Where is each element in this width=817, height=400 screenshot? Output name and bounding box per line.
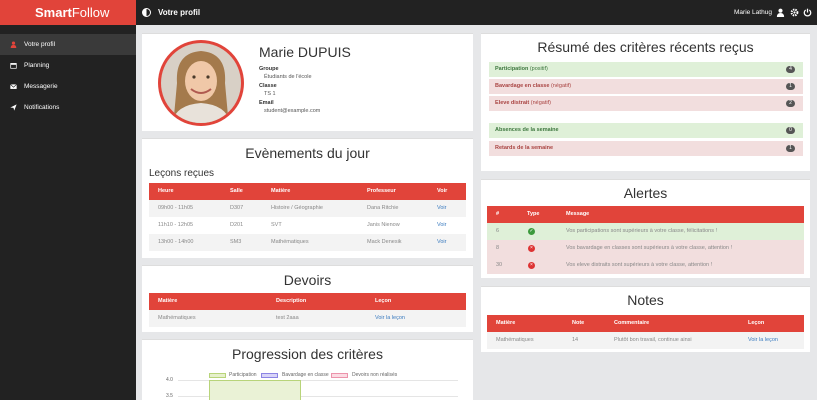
progression-panel: Progression des critères Participation B… [142,339,473,400]
criterion-absences[interactable]: Absences de la semaine 0 [489,123,803,138]
count-badge: 4 [786,66,795,73]
notes-panel: Notes Matière Note Commentaire Leçon Mat… [481,286,810,352]
bar-participation [209,380,301,400]
col-note: Note [572,320,585,326]
groupe-label: Groupe [259,66,279,72]
col-salle: Salle [230,188,243,194]
criteria-panel: Résumé des critères récents reçus Partic… [481,33,810,171]
calendar-icon [10,63,17,69]
classe-label: Classe [259,83,277,89]
y-tick-label: 4.0 [166,377,173,383]
profile-name: Marie DUPUIS [259,44,351,60]
legend-label: Bavardage en classe [282,372,329,378]
criterion-bavardage[interactable]: Bavardage en classe (négatif) 1 [489,79,803,94]
legend-label: Devoirs non réalisés [352,372,398,378]
col-id: # [496,211,500,217]
events-table-header: Heure Salle Matière Professeur Voir [149,183,466,200]
alertes-table-header: # Type Message [487,206,804,223]
count-badge: 0 [786,127,795,134]
col-voir: Voir [437,188,448,194]
criteria-title: Résumé des critères récents reçus [537,39,754,55]
voir-lecon-link[interactable]: Voir la leçon [375,310,405,327]
legend-swatch [331,373,348,378]
table-row: 6 ✓ Vos participations sont supérieurs à… [487,223,804,240]
progression-title: Progression des critères [232,346,383,362]
col-matiere: Matière [158,298,178,304]
sidebar-item-label: Messagerie [24,83,58,90]
col-lecon: Leçon [375,298,392,304]
table-row: 30 × Vos eleve distraits sont supérieurs… [487,257,804,274]
sidebar-item-notifications[interactable]: Notifications [0,97,136,118]
col-matiere: Matière [271,188,291,194]
notes-table-header: Matière Note Commentaire Leçon [487,315,804,332]
groupe-value: Étudiants de l'école [264,74,312,80]
col-commentaire: Commentaire [614,320,650,326]
user-icon [10,41,17,48]
devoirs-title: Devoirs [283,272,332,288]
count-badge: 1 [786,145,795,152]
voir-lecon-link[interactable]: Voir la leçon [748,332,778,349]
table-row: 13h00 - 14h00 SM3 Mathématiques Mack Den… [149,234,466,251]
user-name[interactable]: Marie Lathug [734,0,772,25]
devoirs-panel: Devoirs Matière Description Leçon Mathém… [142,265,473,332]
power-icon[interactable] [803,8,812,17]
table-row: 8 × Vos bavardage en classes sont supéri… [487,240,804,257]
check-icon: ✓ [528,228,535,235]
table-row: Mathématiques test 2aaa Voir la leçon [149,310,466,327]
email-value: student@example.com [264,108,321,114]
voir-link[interactable]: Voir [437,200,446,217]
send-icon [10,104,17,111]
col-type: Type [527,211,540,217]
table-row: Mathématiques 14 Plutôt bon travail, con… [487,332,804,349]
criterion-participation[interactable]: Participation (positif) 4 [489,62,803,77]
sidebar-item-label: Votre profil [24,41,56,48]
error-icon: × [528,245,535,252]
envelope-icon [10,84,17,89]
legend-swatch [261,373,278,378]
y-tick-label: 3.5 [166,393,173,399]
sidebar-item-messagerie[interactable]: Messagerie [0,76,136,97]
gear-icon[interactable] [790,8,799,17]
criterion-retards[interactable]: Retards de la semaine 1 [489,141,803,156]
alertes-panel: Alertes # Type Message 6 ✓ Vos participa… [481,179,810,278]
page-title: Votre profil [158,8,201,17]
events-title: Evènements du jour [245,145,370,161]
error-icon: × [528,262,535,269]
sidebar-item-planning[interactable]: Planning [0,55,136,76]
criterion-distrait[interactable]: Eleve distrait (négatif) 2 [489,96,803,111]
col-description: Description [276,298,307,304]
events-panel: Evènements du jour Leçons reçues Heure S… [142,138,473,258]
sidebar-item-profil[interactable]: Votre profil [0,34,136,55]
sidebar-item-label: Planning [24,62,50,69]
profile-panel: Marie DUPUIS Groupe Étudiants de l'école… [142,33,473,131]
classe-value: TS 1 [264,91,276,97]
voir-link[interactable]: Voir [437,234,446,251]
avatar [158,40,244,126]
count-badge: 2 [786,100,795,107]
count-badge: 1 [786,83,795,90]
sidebar: Votre profil Planning Messagerie Notific… [0,25,136,400]
user-icon[interactable] [776,8,785,17]
sidebar-item-label: Notifications [24,104,60,111]
col-message: Message [566,211,590,217]
table-row: 09h00 - 11h05 D307 Histoire / Géographie… [149,200,466,217]
table-row: 11h10 - 12h05 D201 SVT Janis Nienow Voir [149,217,466,234]
devoirs-table-header: Matière Description Leçon [149,293,466,310]
col-heure: Heure [158,188,174,194]
contrast-icon[interactable] [142,8,151,17]
app-logo[interactable]: SmartFollow [0,0,136,25]
col-lecon: Leçon [748,320,765,326]
legend-label: Participation [229,372,257,378]
col-matiere: Matière [496,320,516,326]
email-label: Email [259,100,274,106]
top-bar: SmartFollow Votre profil Marie Lathug [0,0,817,25]
alertes-title: Alertes [623,185,668,201]
voir-link[interactable]: Voir [437,217,446,234]
col-professeur: Professeur [367,188,396,194]
lessons-subtitle: Leçons reçues [149,168,215,179]
notes-title: Notes [627,292,664,308]
legend-swatch [209,373,226,378]
